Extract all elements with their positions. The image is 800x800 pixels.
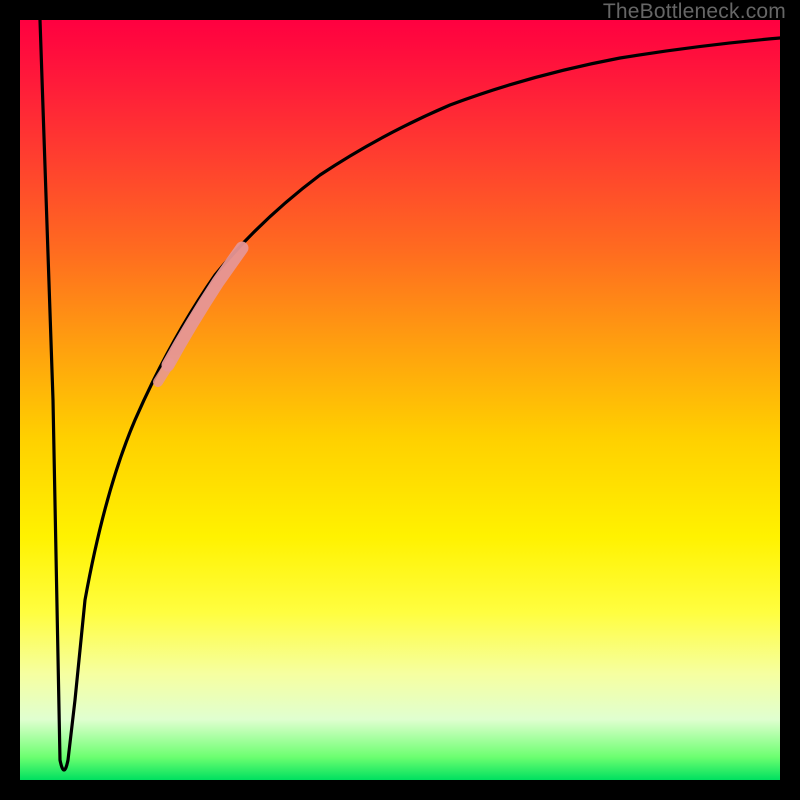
plot-area: [20, 20, 780, 780]
watermark-text: TheBottleneck.com: [603, 0, 786, 24]
chart-container: TheBottleneck.com: [0, 0, 800, 800]
gradient-background: [20, 20, 780, 780]
